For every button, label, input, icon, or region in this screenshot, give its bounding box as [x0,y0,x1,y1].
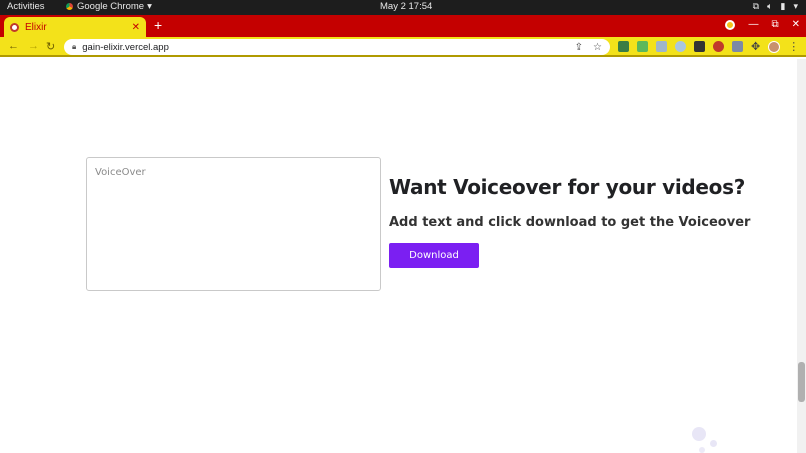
decorative-circle [710,440,717,447]
extension-icon-7[interactable] [732,41,743,52]
page-subheading: Add text and click download to get the V… [389,215,751,230]
url-text[interactable]: gain-elixir.vercel.app [82,42,564,53]
battery-icon[interactable]: ▮ [781,1,786,12]
app-menu-label: Google Chrome [77,1,145,12]
extension-icon-1[interactable] [618,41,629,52]
page-viewport: VoiceOver Want Voiceover for your videos… [0,59,797,453]
window-controls: — ⧉ ✕ [725,19,800,30]
share-icon[interactable]: ⇪ [575,42,583,53]
network-icon[interactable]: ⧉ [753,1,759,12]
browser-toolbar: ← → ↻ 🔒︎ gain-elixir.vercel.app ⇪ ☆ ✥ ⋮ [0,37,806,57]
address-bar[interactable]: 🔒︎ gain-elixir.vercel.app ⇪ ☆ [64,39,610,55]
system-top-bar: Activities Google Chrome ▾ May 2 17:54 ⧉… [0,0,806,15]
tray-menu-icon[interactable]: ▾ [793,1,798,12]
tab-title: Elixir [25,21,47,33]
forward-icon[interactable]: → [28,40,39,52]
activities-button[interactable]: Activities [7,1,44,12]
extension-icon-4[interactable] [675,41,686,52]
voiceover-textarea[interactable]: VoiceOver [86,157,381,291]
tab-close-icon[interactable]: ✕ [132,22,140,33]
favicon-icon [10,22,19,32]
scrollbar-thumb[interactable] [798,362,805,402]
close-window-button[interactable]: ✕ [792,19,800,30]
minimize-button[interactable]: — [748,19,758,30]
caret-down-icon: ▾ [147,1,152,12]
page-scrollbar[interactable] [797,59,806,453]
extensions-area: ✥ ⋮ [618,40,799,53]
tab-search-icon[interactable] [725,19,736,30]
page-heading: Want Voiceover for your videos? [389,175,746,199]
extension-icon-3[interactable] [656,41,667,52]
clock[interactable]: May 2 17:54 [380,1,432,12]
tab-elixir[interactable]: Elixir ✕ [4,17,146,37]
system-tray[interactable]: ⧉ 🔈︎ ▮ ▾ [753,1,798,12]
bookmark-star-icon[interactable]: ☆ [593,42,602,53]
extensions-puzzle-icon[interactable]: ✥ [751,40,760,53]
decorative-circle [699,447,705,453]
download-button[interactable]: Download [389,243,479,268]
extension-icon-6[interactable] [713,41,724,52]
reload-icon[interactable]: ↻ [46,40,55,53]
maximize-button[interactable]: ⧉ [771,19,778,30]
tab-strip: Elixir ✕ + — ⧉ ✕ [0,15,806,37]
profile-avatar[interactable] [768,40,781,53]
lock-icon[interactable]: 🔒︎ [72,42,76,52]
decorative-circle [692,427,706,441]
new-tab-button[interactable]: + [154,18,162,32]
kebab-menu-icon[interactable]: ⋮ [788,40,799,53]
extension-icon-2[interactable] [637,41,648,52]
extension-icon-5[interactable] [694,41,705,52]
back-icon[interactable]: ← [8,40,19,52]
chrome-icon [65,2,74,11]
app-menu[interactable]: Google Chrome ▾ [65,1,152,12]
volume-icon[interactable]: 🔈︎ [767,1,772,12]
